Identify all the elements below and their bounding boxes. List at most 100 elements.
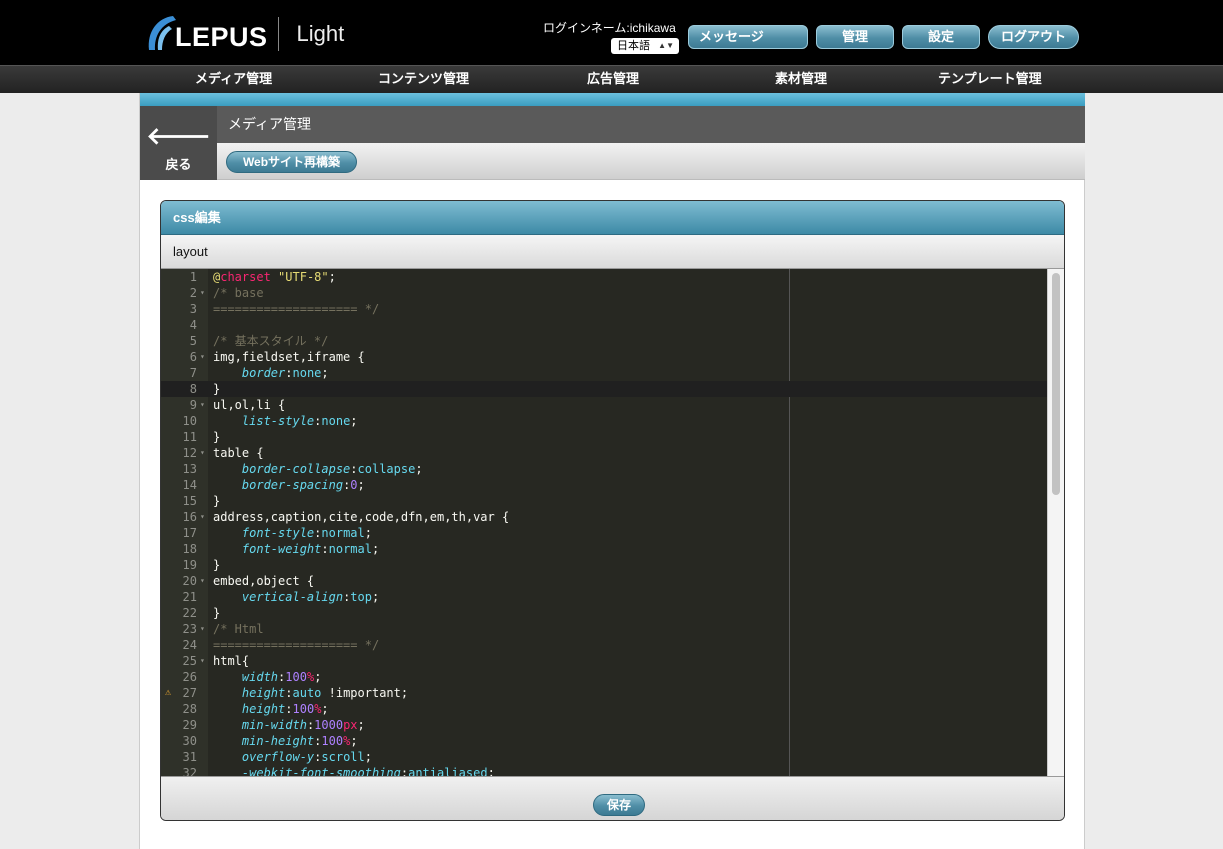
fold-toggle-icon[interactable]: ▾ xyxy=(200,509,205,525)
line-number: 14 xyxy=(182,478,197,492)
code-line[interactable]: 8} xyxy=(161,381,1047,397)
fold-toggle-icon[interactable]: ▾ xyxy=(200,285,205,301)
code-text: list-style:none; xyxy=(241,414,358,428)
fold-toggle-icon[interactable]: ▾ xyxy=(200,621,205,637)
line-number: 11 xyxy=(182,430,197,444)
code-line[interactable]: 2 ▾ /* base xyxy=(161,285,1047,301)
line-number: 13 xyxy=(182,462,197,476)
back-button[interactable]: 🡐 戻る xyxy=(140,106,217,180)
line-number: 21 xyxy=(182,590,197,604)
css-edit-panel: css編集 layout 1 @charset "UTF-8"; 2 ▾/* base… xyxy=(160,200,1065,821)
code-line[interactable]: 27 ⚠ height:auto !important; xyxy=(161,685,1047,701)
nav-item-ads[interactable]: 広告管理 xyxy=(587,66,639,94)
code-line[interactable]: 32 -webkit-font-smoothing:antialiased; xyxy=(161,765,1047,776)
line-number: 23 xyxy=(182,622,197,636)
code-text: vertical-align:top; xyxy=(241,590,380,604)
line-number: 32 xyxy=(182,766,197,776)
line-number: 1 xyxy=(189,270,197,284)
line-number: 9 xyxy=(189,398,197,412)
rebuild-site-button[interactable]: Webサイト再構築 xyxy=(226,151,357,173)
code-text: font-style:normal; xyxy=(241,526,372,540)
admin-button[interactable]: 管理 xyxy=(816,25,894,49)
page-title: メディア管理 xyxy=(217,106,1085,143)
fold-toggle-icon[interactable]: ▾ xyxy=(200,349,205,365)
fold-toggle-icon[interactable]: ▾ xyxy=(200,653,205,669)
code-text: img,fieldset,iframe { xyxy=(213,350,365,364)
logout-button[interactable]: ログアウト xyxy=(988,25,1079,49)
action-bar: Webサイト再構築 xyxy=(217,143,1085,180)
code-line[interactable]: 1 @charset "UTF-8"; xyxy=(161,269,1047,285)
line-number: 4 xyxy=(189,318,197,332)
code-text: } xyxy=(213,382,221,396)
language-select[interactable]: 日本語 ▲▼ xyxy=(611,38,679,54)
code-line[interactable]: 22} xyxy=(161,605,1047,621)
fold-toggle-icon[interactable]: ▾ xyxy=(200,445,205,461)
code-line[interactable]: 14 border-spacing:0; xyxy=(161,477,1047,493)
css-file-name: layout xyxy=(161,235,1064,269)
line-number: 25 xyxy=(182,654,197,668)
code-line[interactable]: 29 min-width:1000px; xyxy=(161,717,1047,733)
code-line[interactable]: 26 width:100%; xyxy=(161,669,1047,685)
line-number: 8 xyxy=(189,382,197,396)
nav-item-materials[interactable]: 素材管理 xyxy=(775,66,827,94)
panel-title: css編集 xyxy=(161,201,1064,235)
code-line[interactable]: 18 font-weight:normal; xyxy=(161,541,1047,557)
language-value: 日本語 xyxy=(617,40,650,52)
message-button[interactable]: メッセージ xyxy=(688,25,808,49)
code-line[interactable]: 25 ▾ html{ xyxy=(161,653,1047,669)
editor-scrollbar[interactable] xyxy=(1047,269,1064,776)
code-text: } xyxy=(213,606,221,620)
code-line[interactable]: 13 border-collapse:collapse; xyxy=(161,461,1047,477)
code-text: -webkit-font-smoothing:antialiased; xyxy=(241,766,495,776)
code-line[interactable]: 5 /* 基本スタイル */ xyxy=(161,333,1047,349)
code-line[interactable]: 6 ▾ img,fieldset,iframe { xyxy=(161,349,1047,365)
code-line[interactable]: 24 ==================== */ xyxy=(161,637,1047,653)
line-number: 12 xyxy=(182,446,197,460)
code-line[interactable]: 15} xyxy=(161,493,1047,509)
line-number: 26 xyxy=(182,670,197,684)
line-number: 30 xyxy=(182,734,197,748)
code-line[interactable]: 19} xyxy=(161,557,1047,573)
code-text: /* Html xyxy=(213,622,264,636)
code-line[interactable]: 30 min-height:100%; xyxy=(161,733,1047,749)
code-line[interactable]: 4 xyxy=(161,317,1047,333)
code-line[interactable]: 7 border:none; xyxy=(161,365,1047,381)
code-text: } xyxy=(213,494,221,508)
code-text: border:none; xyxy=(241,366,329,380)
code-line[interactable]: 3 ==================== */ xyxy=(161,301,1047,317)
code-line[interactable]: 21 vertical-align:top; xyxy=(161,589,1047,605)
fold-toggle-icon[interactable]: ▾ xyxy=(200,397,205,413)
nav-item-media[interactable]: メディア管理 xyxy=(195,66,272,94)
code-editor[interactable]: 1 @charset "UTF-8"; 2 ▾/* base 3 ============… xyxy=(161,269,1064,776)
code-line[interactable]: 12 ▾ table { xyxy=(161,445,1047,461)
warning-icon[interactable]: ⚠ xyxy=(165,685,171,701)
login-name: ログインネーム:ichikawa xyxy=(543,21,676,35)
code-text: table { xyxy=(213,446,264,460)
page-container: 🡐 戻る メディア管理 Webサイト再構築 css編集 layout 1 @cha… xyxy=(139,93,1085,849)
line-number: 15 xyxy=(182,494,197,508)
code-line[interactable]: 31 overflow-y:scroll; xyxy=(161,749,1047,765)
code-line[interactable]: 11} xyxy=(161,429,1047,445)
code-text: ul,ol,li { xyxy=(213,398,286,412)
code-line[interactable]: 16 ▾ address,caption,cite,code,dfn,em,th,v… xyxy=(161,509,1047,525)
code-text: border-spacing:0; xyxy=(241,478,365,492)
code-line[interactable]: 9 ▾ ul,ol,li { xyxy=(161,397,1047,413)
line-number: 5 xyxy=(189,334,197,348)
line-number: 29 xyxy=(182,718,197,732)
fold-toggle-icon[interactable]: ▾ xyxy=(200,573,205,589)
code-text: @charset "UTF-8"; xyxy=(213,270,336,284)
nav-item-templates[interactable]: テンプレート管理 xyxy=(938,66,1042,94)
save-button[interactable]: 保存 xyxy=(593,794,645,816)
code-line[interactable]: 23 ▾ /* Html xyxy=(161,621,1047,637)
nav-item-contents[interactable]: コンテンツ管理 xyxy=(378,66,469,94)
code-line[interactable]: 17 font-style:normal; xyxy=(161,525,1047,541)
code-line[interactable]: 20 ▾ embed,object { xyxy=(161,573,1047,589)
line-number: 2 xyxy=(189,286,197,300)
code-line[interactable]: 28 height:100%; xyxy=(161,701,1047,717)
code-text: min-width:1000px; xyxy=(241,718,365,732)
panel-footer: 保存 xyxy=(161,776,1064,820)
code-line[interactable]: 10 list-style:none; xyxy=(161,413,1047,429)
scroll-thumb[interactable] xyxy=(1052,273,1060,495)
settings-button[interactable]: 設定 xyxy=(902,25,980,49)
lepus-logo[interactable]: LEPUS Light xyxy=(143,13,344,53)
